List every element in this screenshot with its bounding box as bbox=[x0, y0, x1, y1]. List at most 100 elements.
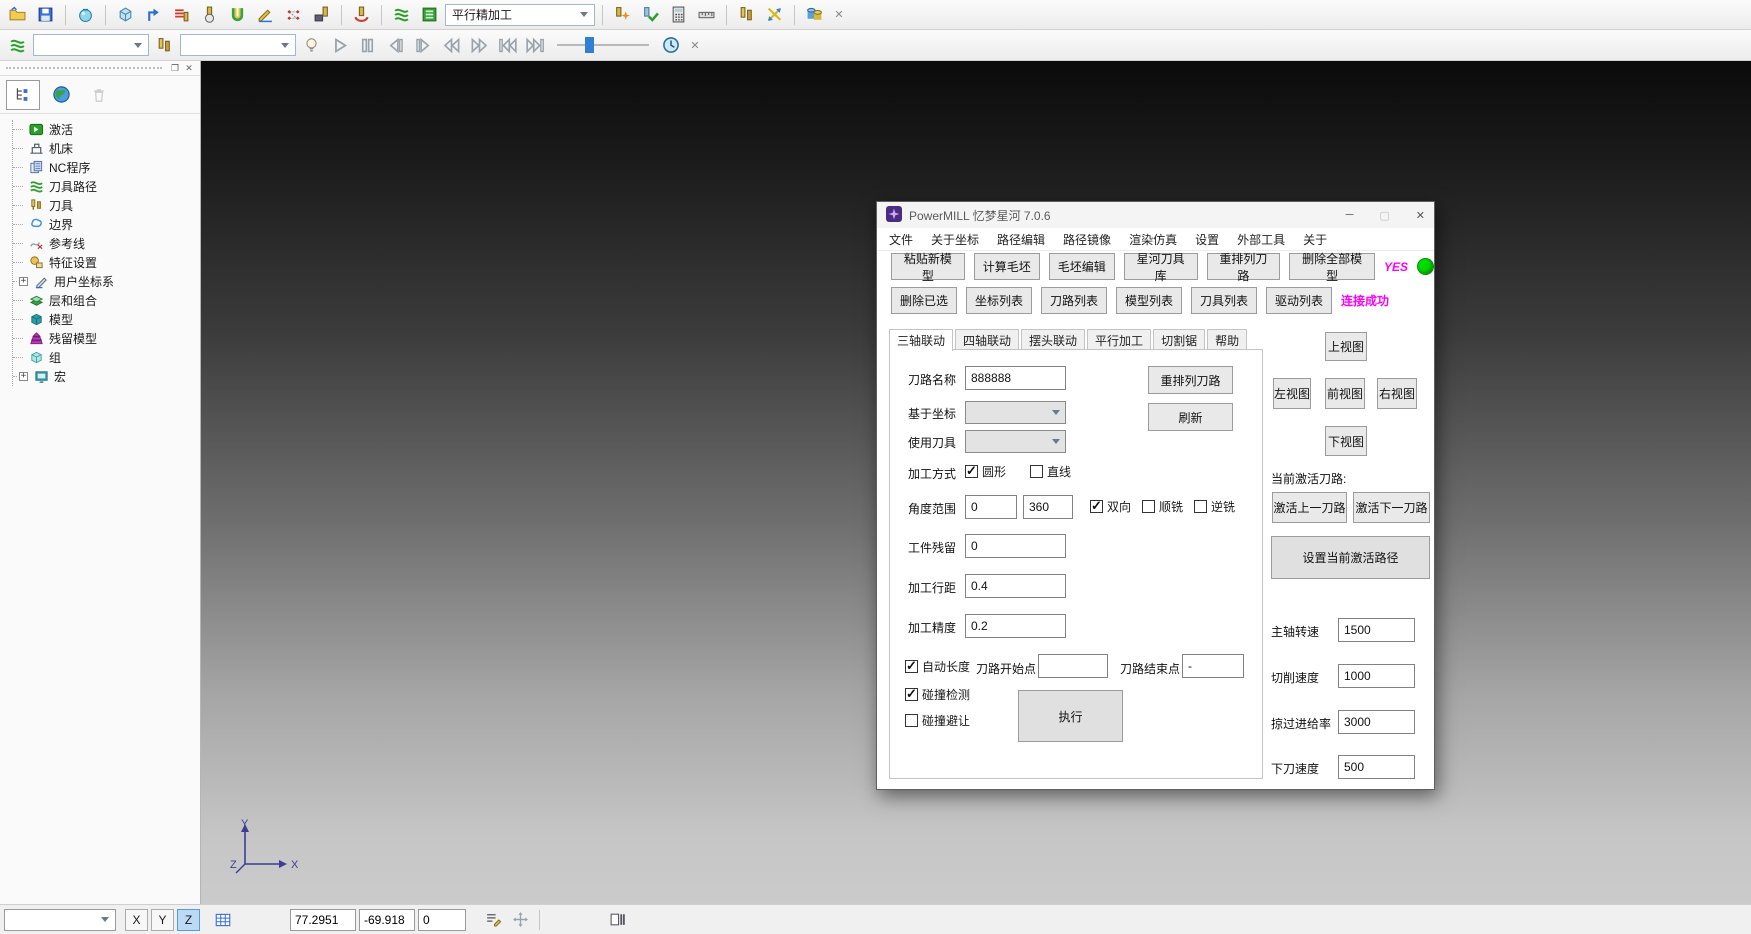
delete-all-models-button[interactable]: 删除全部模型 bbox=[1289, 253, 1375, 280]
tree-item-levels-sets[interactable]: 层和组合 bbox=[13, 291, 200, 310]
tree-item-nc-programs[interactable]: NC程序 bbox=[13, 158, 200, 177]
stock-edit-button[interactable]: 毛坯编辑 bbox=[1049, 253, 1115, 280]
angle-start-input[interactable] bbox=[965, 495, 1017, 519]
block-icon[interactable] bbox=[113, 2, 138, 27]
tab-3axis[interactable]: 三轴联动 bbox=[889, 329, 953, 351]
collision-avoid-option[interactable]: 碰撞避让 bbox=[905, 712, 970, 729]
coord-list-button[interactable]: 坐标列表 bbox=[966, 287, 1032, 314]
expand-icon[interactable]: + bbox=[19, 277, 28, 286]
menu-render-sim[interactable]: 渲染仿真 bbox=[1120, 231, 1186, 248]
boundary-icon[interactable] bbox=[225, 2, 250, 27]
auto-length-option[interactable]: 自动长度 bbox=[905, 658, 970, 675]
circle-checkbox[interactable] bbox=[965, 465, 978, 478]
speed-slider[interactable] bbox=[557, 36, 649, 54]
coord-z-input[interactable] bbox=[418, 909, 466, 931]
climb-mill-option[interactable]: 顺铣 bbox=[1142, 498, 1183, 515]
rewind-icon[interactable] bbox=[439, 33, 464, 58]
toolpath-name-input[interactable] bbox=[965, 366, 1066, 390]
tool-pair-icon[interactable] bbox=[734, 2, 759, 27]
tab-saw[interactable]: 切割锯 bbox=[1153, 329, 1205, 350]
refresh-button[interactable]: 刷新 bbox=[1148, 403, 1233, 431]
strategy-list-icon[interactable] bbox=[417, 2, 442, 27]
nc-program-icon[interactable] bbox=[169, 2, 194, 27]
flask-icon[interactable] bbox=[73, 2, 98, 27]
tree-item-stock-models[interactable]: 残留模型 bbox=[13, 329, 200, 348]
tree-item-models[interactable]: 模型 bbox=[13, 310, 200, 329]
axis-x-button[interactable]: X bbox=[125, 909, 148, 931]
go-start-icon[interactable] bbox=[495, 33, 520, 58]
reorder-button[interactable]: 重排列刀路 bbox=[1148, 366, 1233, 394]
slider-thumb[interactable] bbox=[585, 37, 594, 53]
split-view-icon[interactable] bbox=[605, 908, 629, 932]
expand-icon[interactable]: + bbox=[19, 372, 28, 381]
close-toolbar-button[interactable]: ✕ bbox=[830, 6, 848, 24]
step-back-icon[interactable] bbox=[383, 33, 408, 58]
fast-forward-icon[interactable] bbox=[467, 33, 492, 58]
toolpath-start-input[interactable] bbox=[1038, 654, 1108, 678]
globe-button[interactable] bbox=[44, 80, 78, 110]
drive-list-button[interactable]: 驱动列表 bbox=[1266, 287, 1332, 314]
tree-item-tools[interactable]: 刀具 bbox=[13, 196, 200, 215]
calc-stock-button[interactable]: 计算毛坯 bbox=[974, 253, 1040, 280]
stock-remain-input[interactable] bbox=[965, 534, 1066, 558]
tool-list-button[interactable]: 刀具列表 bbox=[1191, 287, 1257, 314]
dialog-titlebar[interactable]: PowerMILL 忆梦星河 7.0.6 ─ ▢ ✕ bbox=[877, 202, 1434, 228]
tree-item-groups[interactable]: 组 bbox=[13, 348, 200, 367]
swap-tools-icon[interactable] bbox=[762, 2, 787, 27]
toolpath-list-button[interactable]: 刀路列表 bbox=[1041, 287, 1107, 314]
view-bottom-button[interactable]: 下视图 bbox=[1325, 426, 1367, 456]
tool-library-button[interactable]: 星河刀具库 bbox=[1124, 253, 1198, 280]
tool-block-icon[interactable] bbox=[309, 2, 334, 27]
toolpath-icon[interactable] bbox=[389, 2, 414, 27]
tree-item-machine-tools[interactable]: 机床 bbox=[13, 139, 200, 158]
menu-path-edit[interactable]: 路径编辑 bbox=[988, 231, 1054, 248]
trash-button[interactable] bbox=[82, 80, 116, 110]
collision-check-checkbox[interactable] bbox=[905, 688, 918, 701]
method-line-option[interactable]: 直线 bbox=[1030, 463, 1071, 480]
close-panel-button[interactable]: ✕ bbox=[182, 62, 196, 74]
angle-end-input[interactable] bbox=[1023, 495, 1073, 519]
panel-grip[interactable] bbox=[6, 67, 162, 72]
cylinders-icon[interactable] bbox=[802, 2, 827, 27]
menu-path-mirror[interactable]: 路径镜像 bbox=[1054, 231, 1120, 248]
axis-y-button[interactable]: Y bbox=[151, 909, 174, 931]
spindle-speed-input[interactable] bbox=[1338, 618, 1415, 642]
tab-help[interactable]: 帮助 bbox=[1207, 329, 1247, 350]
tree-item-feature-sets[interactable]: 特征设置 bbox=[13, 253, 200, 272]
pause-icon[interactable] bbox=[355, 33, 380, 58]
paste-new-model-button[interactable]: 粘贴新模型 bbox=[891, 253, 965, 280]
toolpath-end-input[interactable] bbox=[1182, 654, 1244, 678]
strategy-select[interactable]: 平行精加工 bbox=[445, 4, 595, 26]
model-list-button[interactable]: 模型列表 bbox=[1116, 287, 1182, 314]
menu-about-coords[interactable]: 关于坐标 bbox=[922, 231, 988, 248]
cutting-speed-input[interactable] bbox=[1338, 664, 1415, 688]
go-end-icon[interactable] bbox=[523, 33, 548, 58]
maximize-button[interactable]: ▢ bbox=[1379, 209, 1389, 222]
clock-icon[interactable] bbox=[658, 33, 683, 58]
conventional-checkbox[interactable] bbox=[1194, 500, 1207, 513]
tab-4axis[interactable]: 四轴联动 bbox=[955, 329, 1019, 350]
tolerance-input[interactable] bbox=[965, 614, 1066, 638]
climb-checkbox[interactable] bbox=[1142, 500, 1155, 513]
open-file-icon[interactable] bbox=[5, 2, 30, 27]
tool-icon[interactable] bbox=[152, 33, 177, 58]
tab-swivel-head[interactable]: 摆头联动 bbox=[1021, 329, 1085, 350]
menu-file[interactable]: 文件 bbox=[880, 231, 922, 248]
view-right-button[interactable]: 右视图 bbox=[1377, 378, 1417, 409]
activate-next-button[interactable]: 激活下一刀路 bbox=[1353, 492, 1430, 523]
pattern-pencil-icon[interactable] bbox=[253, 2, 278, 27]
view-top-button[interactable]: 上视图 bbox=[1325, 332, 1367, 361]
axis-z-button[interactable]: Z bbox=[177, 909, 200, 931]
lightbulb-icon[interactable] bbox=[299, 33, 324, 58]
minimize-button[interactable]: ─ bbox=[1346, 209, 1354, 221]
line-checkbox[interactable] bbox=[1030, 465, 1043, 478]
menu-settings[interactable]: 设置 bbox=[1186, 231, 1228, 248]
statusbar-select[interactable] bbox=[4, 909, 116, 931]
tree-view-button[interactable] bbox=[6, 80, 40, 110]
tree-item-workplanes[interactable]: +用户坐标系 bbox=[13, 272, 200, 291]
set-active-path-button[interactable]: 设置当前激活路径 bbox=[1271, 536, 1430, 579]
tool-select[interactable] bbox=[180, 34, 296, 56]
collision-avoid-checkbox[interactable] bbox=[905, 714, 918, 727]
close-button[interactable]: ✕ bbox=[1416, 209, 1425, 222]
toolpath-icon[interactable] bbox=[5, 33, 30, 58]
